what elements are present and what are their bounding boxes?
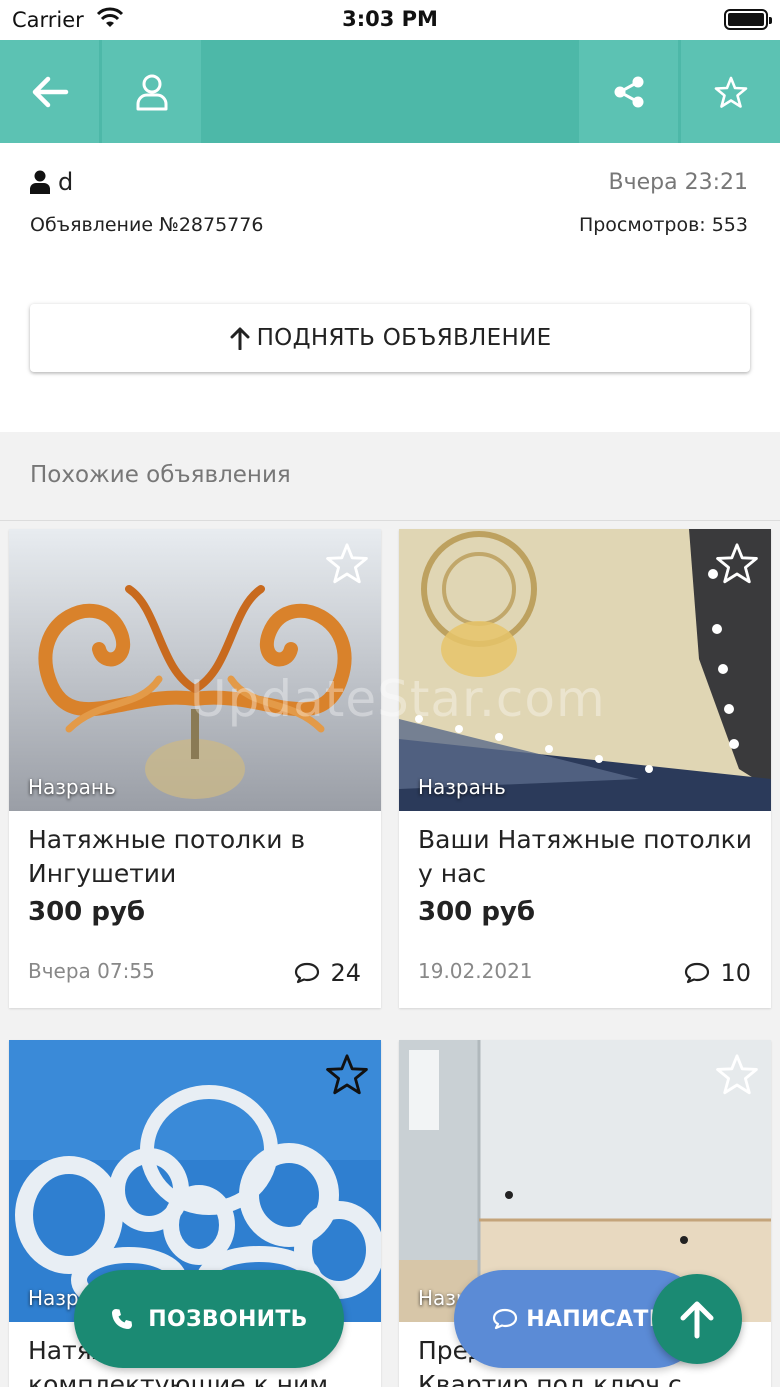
- card-title: Ваши Натяжные потолки у нас: [418, 825, 753, 888]
- write-label: НАПИСАТЬ: [526, 1306, 666, 1332]
- person-icon: [30, 170, 50, 194]
- card-city: Назрань: [28, 775, 116, 799]
- star-icon: [716, 1054, 758, 1095]
- comment-icon: [295, 962, 320, 984]
- card-comments: 24: [294, 959, 361, 987]
- author-name: d: [58, 168, 74, 196]
- listing-card[interactable]: Назрань Натяжные потолки в Ингушетии 300…: [9, 529, 381, 1008]
- listing-number: Объявление №2875776: [30, 214, 264, 236]
- posted-date: Вчера 23:21: [608, 170, 748, 195]
- favorite-star-button[interactable]: [325, 541, 369, 589]
- card-price: 300 руб: [418, 897, 536, 927]
- listing-photo: Назрань: [9, 529, 381, 811]
- favorite-star-button[interactable]: [715, 541, 759, 589]
- card-city: Назрань: [418, 775, 506, 799]
- favorite-star-button[interactable]: [715, 1052, 759, 1100]
- comment-icon: [685, 962, 710, 984]
- listing-photo: Назрань: [399, 529, 771, 811]
- raise-listing-button[interactable]: ПОДНЯТЬ ОБЪЯВЛЕНИЕ: [30, 304, 750, 372]
- card-title: Натяжные потолки в Ингушетии: [28, 825, 306, 888]
- raise-listing-label: ПОДНЯТЬ ОБЪЯВЛЕНИЕ: [256, 325, 552, 351]
- phone-icon: [112, 1309, 133, 1329]
- profile-button[interactable]: [102, 40, 201, 143]
- divider: [0, 520, 780, 521]
- status-bar: Carrier 3:03 PM: [0, 0, 780, 40]
- call-label: ПОЗВОНИТЬ: [148, 1306, 308, 1332]
- arrow-left-icon: [32, 76, 68, 107]
- star-icon: [716, 543, 758, 584]
- favorite-button[interactable]: [681, 40, 780, 143]
- share-icon: [614, 76, 643, 107]
- share-button[interactable]: [579, 40, 678, 143]
- star-icon: [326, 1054, 368, 1095]
- app-bar: [0, 40, 780, 143]
- star-icon: [714, 76, 747, 108]
- comments-count: 10: [720, 959, 751, 987]
- comments-count: 24: [330, 959, 361, 987]
- clock: 3:03 PM: [342, 7, 438, 31]
- section-title: Похожие объявления: [30, 462, 291, 488]
- scroll-to-top-button[interactable]: [652, 1274, 742, 1364]
- author: d: [30, 168, 73, 196]
- views-count: Просмотров: 553: [578, 214, 748, 236]
- favorite-star-button[interactable]: [325, 1052, 369, 1100]
- listing-card[interactable]: Назрань Ваши Натяжные потолки у нас 300 …: [399, 529, 771, 1008]
- arrow-up-icon: [230, 327, 250, 350]
- battery-icon: [724, 9, 772, 30]
- arrow-up-icon: [680, 1301, 714, 1339]
- call-button[interactable]: ПОЗВОНИТЬ: [74, 1270, 344, 1368]
- card-comments: 10: [684, 959, 751, 987]
- card-price: 300 руб: [28, 897, 146, 927]
- card-date: 19.02.2021: [418, 959, 533, 983]
- card-date: Вчера 07:55: [28, 959, 155, 983]
- star-icon: [326, 543, 368, 584]
- comment-icon: [493, 1308, 518, 1330]
- user-icon: [136, 74, 167, 110]
- back-button[interactable]: [0, 40, 99, 143]
